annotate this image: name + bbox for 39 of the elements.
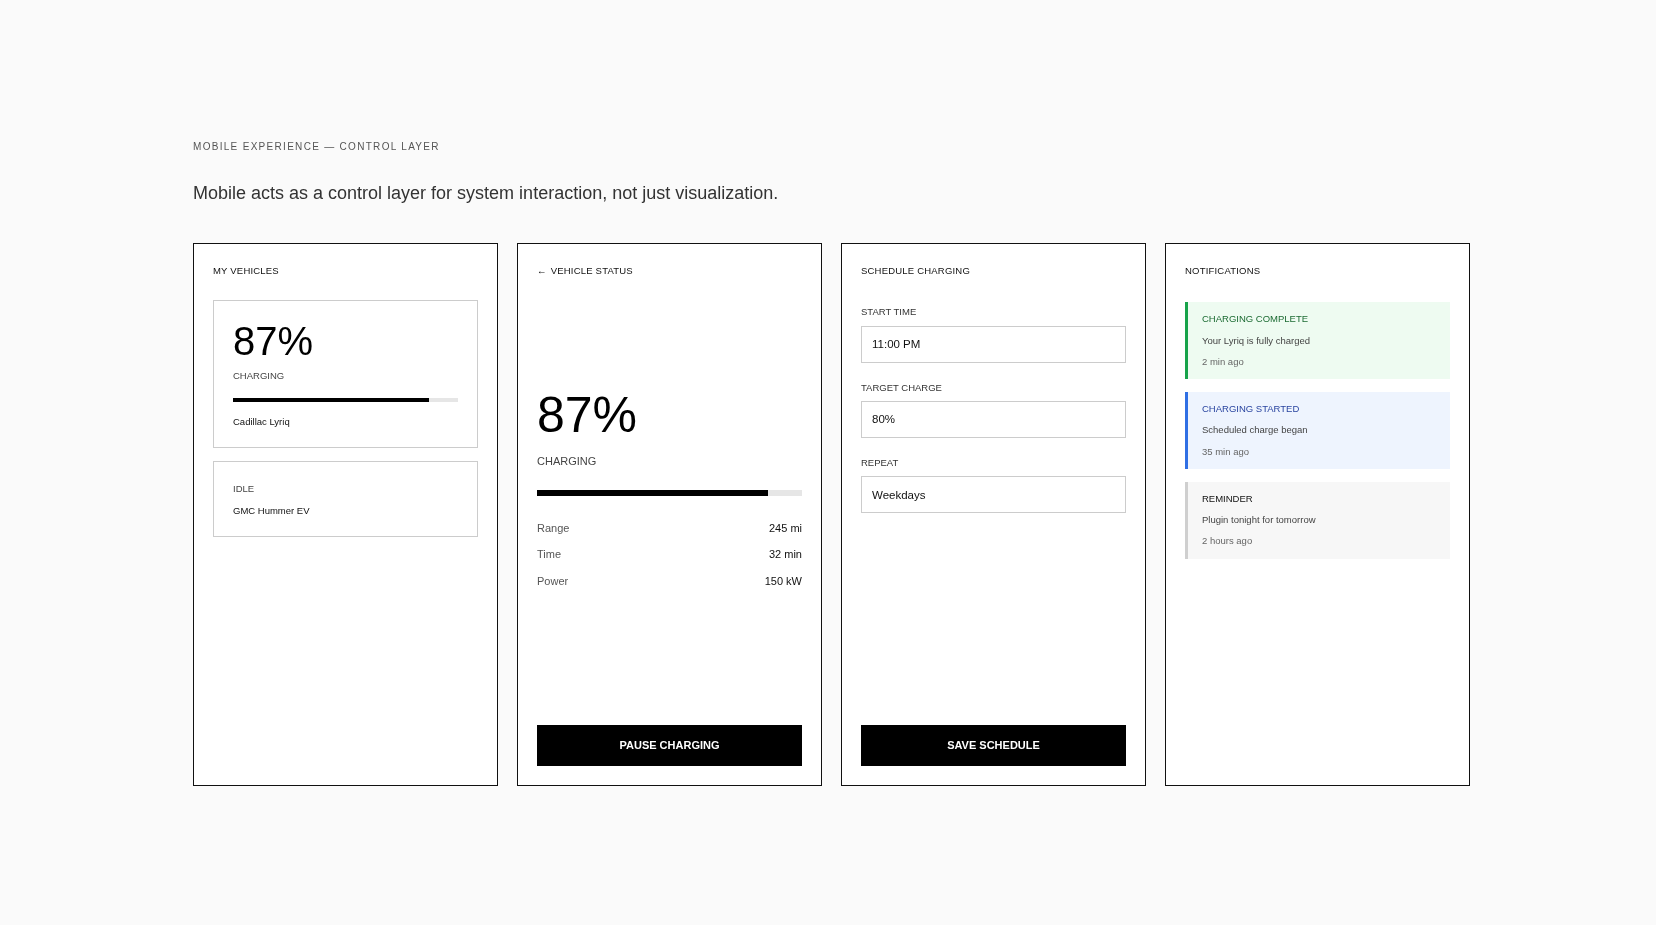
notification-title: REMINDER — [1202, 491, 1254, 506]
status-label: IDLE — [233, 481, 256, 496]
field-label: REPEAT — [861, 455, 900, 470]
vehicle-name: GMC Hummer EV — [233, 504, 311, 518]
stat-label: Time — [537, 547, 562, 563]
stat-value: 245 mi — [768, 520, 802, 536]
notification-time: 2 min ago — [1202, 354, 1245, 369]
stat-value: 32 min — [768, 547, 802, 563]
status-label: CHARGING — [233, 369, 286, 384]
field-label: TARGET CHARGE — [861, 380, 943, 395]
input-field[interactable]: 80% — [861, 400, 1126, 438]
notification-message: Scheduled charge began — [1202, 423, 1309, 438]
screen-title: MY VEHICLES — [213, 264, 280, 278]
screen-title: SCHEDULE CHARGING — [861, 264, 971, 278]
input-field[interactable]: Weekdays — [861, 476, 1126, 513]
field-label: START TIME — [861, 305, 918, 320]
headline: Mobile acts as a control layer for system interaction, not just visualization. — [193, 182, 780, 205]
vehicle-card[interactable]: 87% CHARGING Cadillac Lyriq — [213, 300, 478, 448]
stat-label: Range — [537, 520, 570, 536]
battery-percent: 87% — [537, 390, 639, 441]
stat-label: Power — [537, 573, 569, 589]
pause-charging-button[interactable]: PAUSE CHARGING — [537, 725, 802, 766]
input-field[interactable]: 11:00 PM — [861, 325, 1126, 363]
screen-title: VEHICLE STATUS — [550, 264, 633, 278]
notification-message: Your Lyriq is fully charged — [1202, 333, 1312, 348]
notification-title: CHARGING STARTED — [1202, 402, 1301, 416]
notification-time: 2 hours ago — [1202, 534, 1254, 549]
screen-title: NOTIFICATIONS — [1185, 264, 1262, 278]
save-schedule-button[interactable]: SAVE SCHEDULE — [861, 725, 1126, 766]
notification-message: Plugin tonight for tomorrow — [1202, 513, 1317, 527]
back-arrow-icon[interactable]: ← — [537, 264, 547, 279]
battery-percent: 87% — [233, 321, 315, 362]
notification-title: CHARGING COMPLETE — [1202, 312, 1310, 327]
notification-time: 35 min ago — [1202, 444, 1250, 459]
status-label: CHARGING — [537, 454, 598, 470]
vehicle-name: Cadillac Lyriq — [233, 414, 291, 429]
section-eyebrow: MOBILE EXPERIENCE — CONTROL LAYER — [193, 140, 441, 154]
vehicle-card[interactable]: IDLE GMC Hummer EV — [213, 460, 478, 538]
stat-value: 150 kW — [764, 573, 802, 589]
